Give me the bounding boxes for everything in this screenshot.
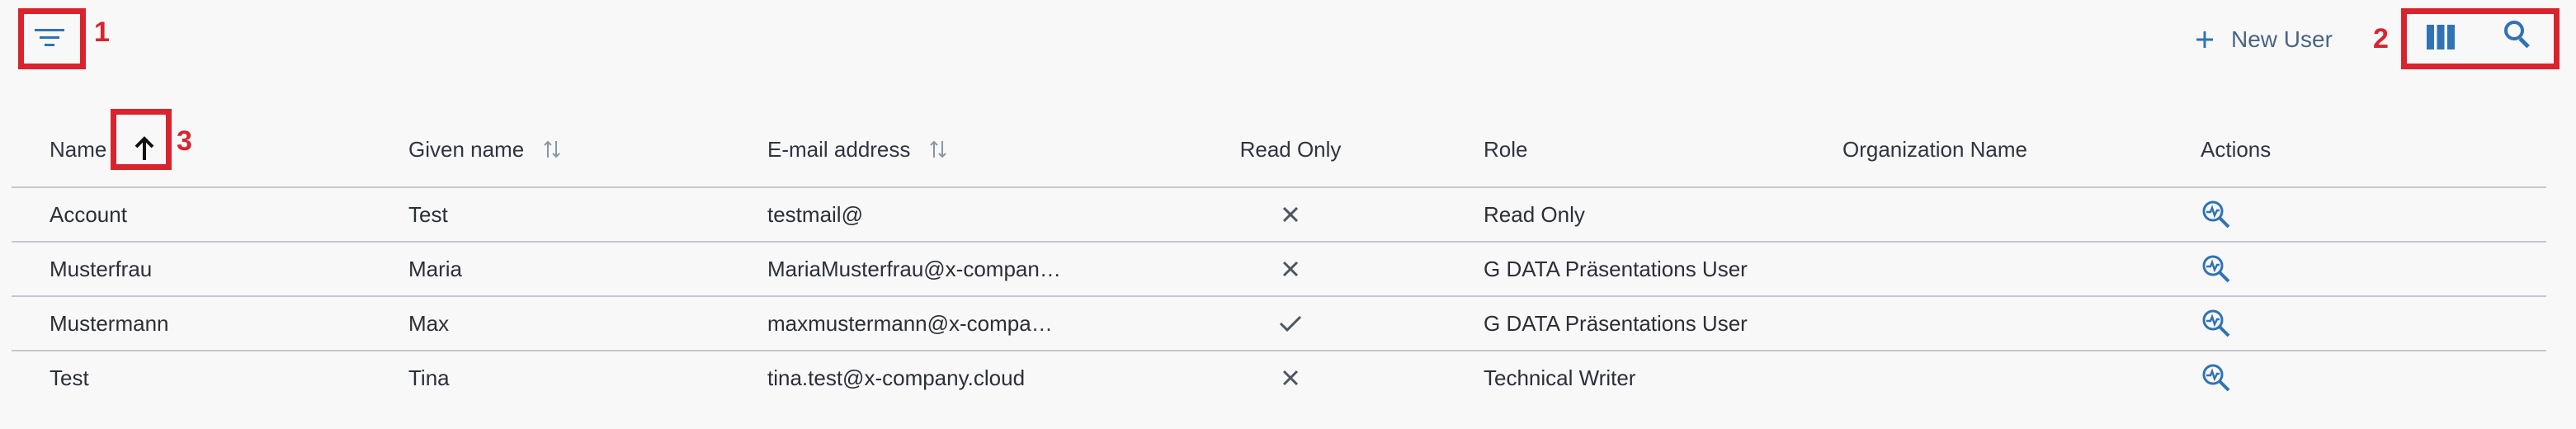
header-actions: Actions — [2201, 136, 2272, 162]
inspect-icon — [2202, 309, 2230, 337]
row-organization-name — [1842, 297, 2189, 350]
read-only-false-icon — [1183, 351, 1398, 404]
filter-button[interactable] — [28, 20, 71, 56]
row-action-inspect[interactable] — [2201, 297, 2341, 350]
row-given-name: Test — [408, 201, 448, 227]
callout-number-3: 3 — [177, 125, 192, 157]
filter-icon — [35, 29, 64, 46]
inspect-icon — [2202, 200, 2230, 229]
search-button[interactable] — [2500, 16, 2536, 53]
row-organization-name — [1842, 243, 2189, 295]
table-row[interactable]: Account Test testmail@ Read Only — [12, 188, 2546, 243]
callout-number-2: 2 — [2373, 23, 2389, 54]
header-email-address[interactable]: E-mail address — [767, 112, 1147, 186]
row-given-name: Tina — [408, 365, 450, 390]
row-action-inspect[interactable] — [2201, 188, 2341, 241]
callout-box-3 — [111, 109, 172, 170]
new-user-button[interactable]: New User — [2195, 23, 2333, 56]
sort-both-icon[interactable] — [928, 138, 948, 161]
users-table: Name 3 Given name E-mail address Read On… — [12, 109, 2546, 404]
row-name: Musterfrau — [50, 256, 153, 281]
table-row[interactable]: Musterfrau Maria MariaMusterfrau@x-compa… — [12, 243, 2546, 297]
row-name: Mustermann — [50, 310, 169, 336]
inspect-icon — [2202, 255, 2230, 283]
header-organization-name: Organization Name — [1842, 136, 2027, 162]
row-email: maxmustermann@x-compa… — [767, 310, 1053, 336]
row-role: Read Only — [1484, 201, 1585, 227]
row-name: Account — [50, 201, 127, 227]
table-row[interactable]: Mustermann Max maxmustermann@x-compa… G … — [12, 297, 2546, 351]
row-role: G DATA Präsentations User — [1484, 310, 1748, 336]
header-role: Role — [1484, 136, 1528, 162]
inspect-icon — [2202, 364, 2230, 392]
column-selector-button[interactable] — [2424, 20, 2457, 54]
row-given-name: Max — [408, 310, 450, 336]
plus-icon — [2196, 31, 2213, 48]
header-name[interactable]: Name — [50, 112, 396, 186]
columns-icon — [2427, 25, 2455, 50]
row-name: Test — [50, 365, 89, 390]
read-only-true-icon — [1183, 297, 1398, 350]
row-role: Technical Writer — [1484, 365, 1636, 390]
table-row[interactable]: Test Tina tina.test@x-company.cloud Tech… — [12, 351, 2546, 404]
row-email: testmail@ — [767, 201, 863, 227]
header-given-name-label: Given name — [408, 136, 525, 162]
search-icon — [2504, 21, 2530, 49]
header-read-only: Read Only — [1239, 136, 1342, 162]
row-email: tina.test@x-company.cloud — [767, 365, 1026, 390]
read-only-false-icon — [1183, 188, 1398, 241]
row-organization-name — [1842, 188, 2189, 241]
row-action-inspect[interactable] — [2201, 351, 2341, 404]
row-role: G DATA Präsentations User — [1484, 256, 1748, 281]
table-header-row: Name 3 Given name E-mail address Read On… — [12, 109, 2546, 188]
new-user-label: New User — [2231, 26, 2333, 52]
row-email: MariaMusterfrau@x-compan… — [767, 256, 1061, 281]
row-organization-name — [1842, 351, 2189, 404]
read-only-false-icon — [1183, 243, 1398, 295]
row-given-name: Maria — [408, 256, 463, 281]
header-name-label: Name — [50, 136, 107, 162]
callout-number-1: 1 — [94, 16, 110, 48]
sort-both-icon[interactable] — [542, 138, 562, 161]
header-given-name[interactable]: Given name — [408, 112, 755, 186]
row-action-inspect[interactable] — [2201, 243, 2341, 295]
header-email-address-label: E-mail address — [767, 136, 911, 162]
